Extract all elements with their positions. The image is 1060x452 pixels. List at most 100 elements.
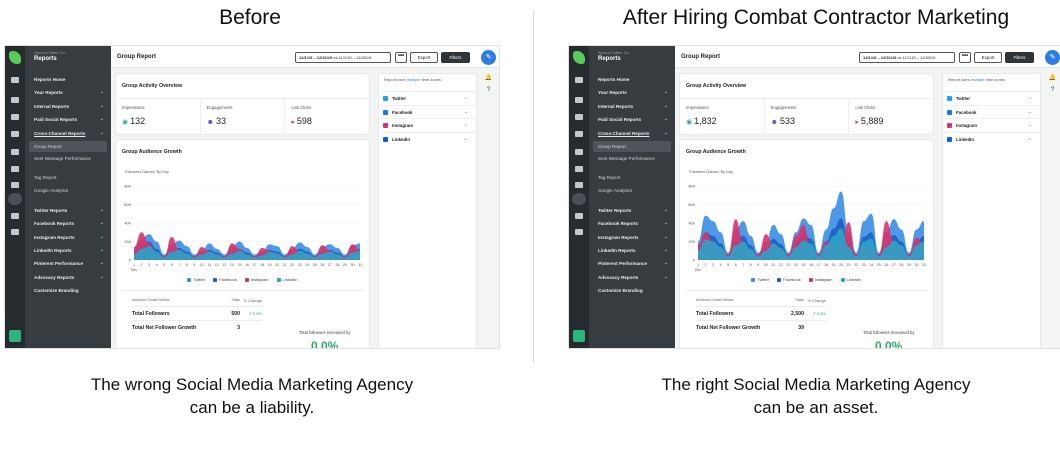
nav-item[interactable]: Cross-Channel Reports ⌄ xyxy=(25,127,111,140)
nav-item[interactable]: Paid Social Reports ⌄ xyxy=(25,113,111,126)
star-icon[interactable] xyxy=(11,229,19,235)
bot-icon[interactable] xyxy=(11,213,19,219)
date-range-picker[interactable]: 12/1/19 – 12/31/19 vs 11/1/19 – 11/30/19 xyxy=(295,52,391,63)
metric-label: Impressions xyxy=(686,105,709,110)
account-icon[interactable] xyxy=(573,330,585,342)
network-item-twitter[interactable]: Twitter ⌄ xyxy=(379,91,476,105)
nav-item[interactable]: Reports Home xyxy=(25,73,111,86)
nav-item[interactable]: Instagram Reports ⌄ xyxy=(25,231,111,244)
bell-icon[interactable]: 🔔 xyxy=(481,72,496,84)
legend-item[interactable]: Twitter xyxy=(187,277,205,282)
inbox-icon[interactable] xyxy=(11,77,19,83)
nav-item[interactable]: Twitter Reports ⌄ xyxy=(589,204,675,217)
profile-icon[interactable] xyxy=(575,97,583,103)
export-button[interactable]: Export xyxy=(974,52,1002,63)
nav-item[interactable]: Twitter Reports ⌄ xyxy=(25,204,111,217)
nav-item[interactable]: Internal Reports ⌄ xyxy=(589,100,675,113)
export-button[interactable]: Export xyxy=(410,52,438,63)
nav-item[interactable]: Customize Branding xyxy=(25,284,111,297)
caption-line-2: can be an asset. xyxy=(753,398,879,417)
nav-item[interactable]: Paid Social Reports ⌄ xyxy=(589,113,675,126)
listening-icon[interactable] xyxy=(575,182,583,188)
nav-item[interactable]: Cross-Channel Reports ⌄ xyxy=(589,127,675,140)
nav-item[interactable]: Sent Message Performance xyxy=(25,153,111,171)
reports-icon[interactable] xyxy=(8,193,22,205)
list-icon[interactable] xyxy=(575,149,583,155)
nav-item-label: LinkedIn Reports xyxy=(34,247,72,253)
legend-item[interactable]: LinkedIn xyxy=(840,277,862,282)
bot-icon[interactable] xyxy=(575,213,583,219)
nav-item[interactable]: Facebook Reports ⌄ xyxy=(589,217,675,230)
reports-icon[interactable] xyxy=(572,193,586,205)
tasks-icon[interactable] xyxy=(575,114,583,120)
x-tick-label: 22 xyxy=(290,263,294,267)
chevron-down-icon: ⌄ xyxy=(663,246,668,253)
send-icon[interactable] xyxy=(575,166,583,172)
table-header-cell: Audience Growth Metrics xyxy=(696,298,734,302)
nav-item[interactable]: LinkedIn Reports ⌄ xyxy=(25,244,111,257)
nav-item[interactable]: Pinterest Performance ⌄ xyxy=(589,257,675,270)
nav-item-label: Paid Social Reports xyxy=(34,117,78,123)
pin-icon[interactable] xyxy=(11,131,19,137)
linkedin-icon xyxy=(383,136,388,142)
nav-item[interactable]: Facebook Reports ⌄ xyxy=(25,217,111,230)
bell-icon[interactable]: 🔔 xyxy=(1045,72,1060,84)
star-icon[interactable] xyxy=(575,229,583,235)
chevron-down-icon: ⌄ xyxy=(1027,95,1032,101)
filters-button[interactable]: Filters xyxy=(1005,52,1034,63)
legend-item[interactable]: Instagram xyxy=(808,277,833,282)
network-item-twitter[interactable]: Twitter ⌄ xyxy=(943,91,1040,105)
network-item-linkedin[interactable]: LinkedIn ⌄ xyxy=(379,131,476,146)
network-item-linkedin[interactable]: LinkedIn ⌄ xyxy=(943,131,1040,146)
tasks-icon[interactable] xyxy=(11,114,19,120)
nav-item[interactable]: Your Reports ⌄ xyxy=(25,86,111,99)
profile-icon[interactable] xyxy=(11,97,19,103)
legend-item[interactable]: Twitter xyxy=(751,277,769,282)
timezone-link[interactable]: multiple xyxy=(971,77,985,82)
timezone-link[interactable]: multiple xyxy=(407,77,421,82)
y-tick-label: 200 xyxy=(124,239,131,244)
nav-item[interactable]: Advocacy Reports ⌄ xyxy=(25,271,111,284)
list-icon[interactable] xyxy=(11,149,19,155)
chevron-down-icon: ⌄ xyxy=(99,89,104,96)
more-button[interactable]: ••• xyxy=(395,52,407,63)
legend-item[interactable]: LinkedIn xyxy=(276,277,298,282)
nav-item[interactable]: Your Reports ⌄ xyxy=(589,86,675,99)
send-icon[interactable] xyxy=(11,166,19,172)
compose-icon[interactable]: ✎ xyxy=(481,50,496,65)
network-item-instagram[interactable]: Instagram ⌄ xyxy=(379,118,476,132)
nav-item[interactable]: Group Report xyxy=(593,140,671,152)
nav-item[interactable]: Group Report xyxy=(29,140,107,152)
divider xyxy=(533,10,534,362)
more-button[interactable]: ••• xyxy=(959,52,971,63)
x-tick-label: 11 xyxy=(207,263,211,267)
inbox-icon[interactable] xyxy=(575,77,583,83)
nav-item[interactable]: Customize Branding xyxy=(589,284,675,297)
help-icon[interactable]: ? xyxy=(1045,84,1060,96)
legend-item[interactable]: Facebook xyxy=(213,277,237,282)
nav-item[interactable]: Pinterest Performance ⌄ xyxy=(25,257,111,270)
nav-item[interactable]: Google Analytics xyxy=(25,184,111,197)
pin-icon[interactable] xyxy=(575,131,583,137)
help-icon[interactable]: ? xyxy=(481,84,496,96)
nav-item[interactable]: Sent Message Performance xyxy=(589,153,675,171)
nav-item[interactable]: Instagram Reports ⌄ xyxy=(589,231,675,244)
network-item-facebook[interactable]: Facebook ⌄ xyxy=(379,104,476,119)
network-item-instagram[interactable]: Instagram ⌄ xyxy=(943,118,1040,132)
nav-item[interactable]: Reports Home xyxy=(589,73,675,86)
page-title: Group Report xyxy=(117,54,156,60)
filters-button[interactable]: Filters xyxy=(441,52,470,63)
nav-item[interactable]: Tag Report xyxy=(25,171,111,184)
network-item-facebook[interactable]: Facebook ⌄ xyxy=(943,104,1040,119)
nav-item[interactable]: Google Analytics xyxy=(589,184,675,197)
compose-icon[interactable]: ✎ xyxy=(1045,50,1060,65)
listening-icon[interactable] xyxy=(11,182,19,188)
legend-item[interactable]: Facebook xyxy=(777,277,801,282)
account-icon[interactable] xyxy=(9,330,21,342)
nav-item[interactable]: LinkedIn Reports ⌄ xyxy=(589,244,675,257)
nav-item[interactable]: Tag Report xyxy=(589,171,675,184)
nav-item[interactable]: Advocacy Reports ⌄ xyxy=(589,271,675,284)
nav-item[interactable]: Internal Reports ⌄ xyxy=(25,100,111,113)
legend-item[interactable]: Instagram xyxy=(244,277,269,282)
date-range-picker[interactable]: 12/1/19 – 12/31/19 vs 11/1/19 – 11/30/19 xyxy=(859,52,955,63)
